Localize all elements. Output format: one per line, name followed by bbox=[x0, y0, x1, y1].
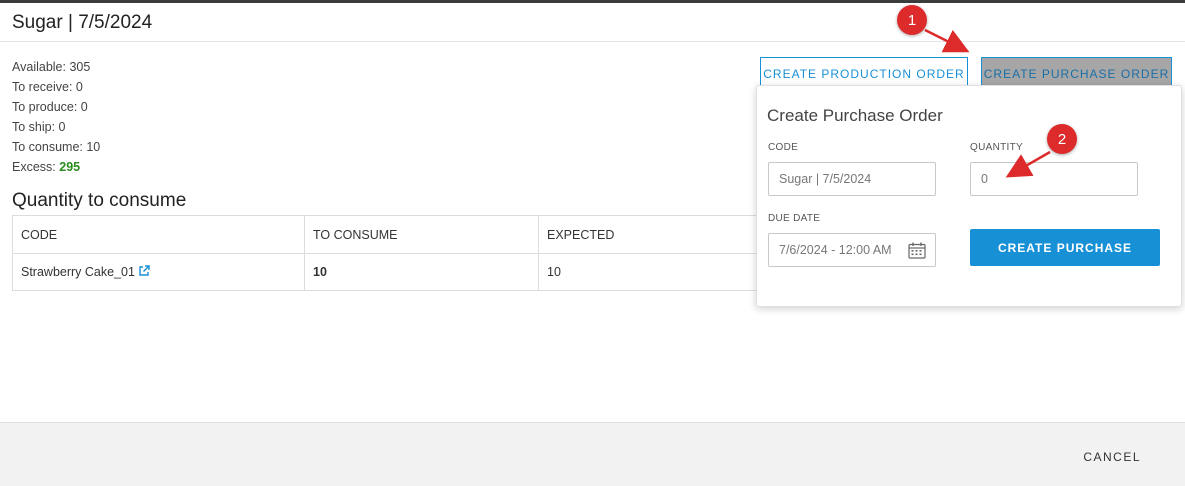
create-purchase-button[interactable]: CREATE PURCHASE bbox=[970, 229, 1160, 266]
annotation-badge-1: 1 bbox=[897, 5, 927, 35]
dialog-footer: CANCEL bbox=[0, 422, 1185, 486]
due-date-label: DUE DATE bbox=[768, 213, 821, 224]
excess-value: 295 bbox=[59, 160, 81, 174]
code-field[interactable]: Sugar | 7/5/2024 bbox=[768, 162, 936, 196]
consume-table: CODE TO CONSUME EXPECTED Strawberry Cake… bbox=[12, 215, 772, 291]
code-label: CODE bbox=[768, 142, 799, 153]
cell-code: Strawberry Cake_01 bbox=[13, 254, 305, 290]
annotation-badge-2: 2 bbox=[1047, 124, 1077, 154]
table-header: CODE TO CONSUME EXPECTED bbox=[13, 216, 771, 254]
section-title: Quantity to consume bbox=[12, 190, 187, 211]
popup-title: Create Purchase Order bbox=[767, 106, 943, 125]
cell-to-consume: 10 bbox=[305, 254, 539, 290]
title-divider bbox=[0, 41, 1185, 42]
row-code-link[interactable]: Strawberry Cake_01 bbox=[21, 265, 135, 279]
stat-to-produce: To produce: 0 bbox=[12, 100, 88, 114]
cell-expected: 10 bbox=[547, 265, 561, 279]
to-consume-value: 10 bbox=[313, 265, 327, 279]
column-header-to-consume[interactable]: TO CONSUME bbox=[305, 216, 539, 253]
quantity-label: QUANTITY bbox=[970, 142, 1023, 153]
due-date-field[interactable]: 7/6/2024 - 12:00 AM bbox=[768, 233, 936, 267]
stat-to-receive: To receive: 0 bbox=[12, 80, 83, 94]
window-top-bar bbox=[0, 0, 1185, 3]
quantity-input[interactable]: 0 bbox=[970, 162, 1138, 196]
column-header-code[interactable]: CODE bbox=[13, 216, 305, 253]
stat-to-ship: To ship: 0 bbox=[12, 120, 66, 134]
stat-to-consume: To consume: 10 bbox=[12, 140, 101, 154]
cancel-button[interactable]: CANCEL bbox=[1083, 450, 1141, 464]
page-title: Sugar | 7/5/2024 bbox=[12, 12, 153, 33]
stock-summary: Available: 305 To receive: 0 To produce:… bbox=[12, 59, 100, 179]
column-header-expected[interactable]: EXPECTED bbox=[539, 216, 771, 253]
excess-label: Excess: bbox=[12, 160, 56, 174]
due-date-value: 7/6/2024 - 12:00 AM bbox=[779, 243, 892, 257]
create-purchase-order-popup: Create Purchase Order CODE Sugar | 7/5/2… bbox=[756, 85, 1182, 307]
stat-excess: Excess: 295 bbox=[12, 159, 100, 179]
table-row: Strawberry Cake_01 10 10 bbox=[13, 254, 771, 290]
calendar-icon[interactable] bbox=[908, 242, 926, 259]
stat-available: Available: 305 bbox=[12, 60, 91, 74]
external-link-icon[interactable] bbox=[138, 264, 150, 280]
